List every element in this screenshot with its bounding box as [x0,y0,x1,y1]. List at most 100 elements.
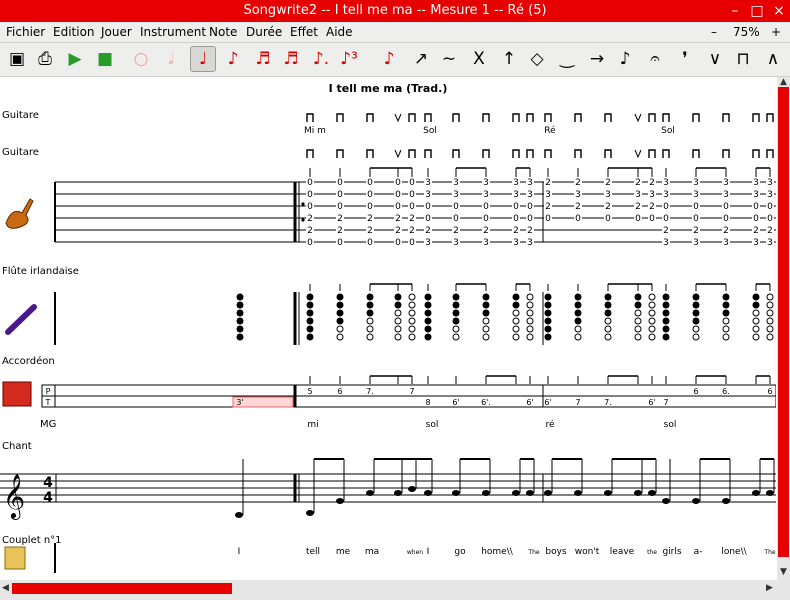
fret-number: 0 [753,202,759,212]
fret-number: 0 [635,214,641,224]
accent-icon[interactable]: ∧ [760,46,786,72]
up-bow-icon[interactable]: ⊓ [730,46,756,72]
legato-icon[interactable]: ‿ [554,46,580,72]
downstroke-mark [662,113,670,122]
breath-icon[interactable]: ❜ [672,46,698,72]
menu-edition[interactable]: Edition [53,25,95,39]
flute-hole [394,325,402,333]
bend-icon[interactable]: ∼ [436,46,462,72]
minimize-button[interactable]: – [726,2,744,20]
fret-number: 2 [307,226,313,236]
fret-number: 3 [483,190,489,200]
fret-number: 3 [663,178,669,188]
horizontal-scroll-thumb[interactable] [12,583,232,594]
flute-hole [236,309,244,317]
fret-number: 0 [663,214,669,224]
fermata-icon[interactable]: 𝄐 [642,46,668,72]
down-bow-icon[interactable]: ∨ [702,46,728,72]
preview-icon[interactable]: ⎙ [32,46,58,72]
half-note-icon[interactable]: 𝅗𝅥 [158,46,184,72]
note-head [604,490,612,496]
menu-fichier[interactable]: Fichier [6,25,45,39]
note-head [634,490,642,496]
eighth-note-icon[interactable]: ♪ [220,46,246,72]
quarter-note-icon[interactable]: ♩ [190,46,216,72]
flute-hole [634,301,642,309]
lyric-syllable: boys [545,547,567,557]
flute-hole [544,333,552,341]
scroll-up-arrow-icon[interactable]: ▲ [780,77,787,87]
chord-name-3: Sol [661,126,675,136]
downstroke-mark [306,149,314,158]
note-head [648,490,656,496]
zoom-in-button[interactable]: + [771,25,781,39]
menu-aide[interactable]: Aide [326,25,353,39]
note-head [306,510,314,516]
slide-icon[interactable]: ↗ [408,46,434,72]
scroll-left-arrow-icon[interactable]: ◀ [2,583,9,593]
flute-hole [424,317,432,325]
flute-hole [394,309,402,317]
vertical-scroll-thumb[interactable] [778,87,789,557]
accordion-button-num: 6' [526,398,533,407]
stop-icon[interactable]: ■ [92,46,118,72]
flute-hole [424,301,432,309]
triplet-note-icon[interactable]: ♪³ [336,46,362,72]
zoom-out-button[interactable]: – [711,25,717,39]
fret-number: 0 [693,214,699,224]
scroll-down-arrow-icon[interactable]: ▼ [780,567,787,577]
downstroke-mark [766,113,774,122]
vertical-scrollbar[interactable]: ▲ ▼ [777,77,790,580]
treble-clef-icon: 𝄞 [3,474,25,520]
lyric-syllable: I [427,547,430,557]
downstroke-mark [722,149,730,158]
menu-effet[interactable]: Effet [290,25,318,39]
play-icon[interactable]: ▶ [62,46,88,72]
flute-hole [452,333,460,341]
save-icon[interactable]: ▣ [4,46,30,72]
menu-instrument[interactable]: Instrument [140,25,206,39]
lyric-syllable: The [527,549,539,556]
flute-hole [306,317,314,325]
score-canvas[interactable]: I tell me ma (Trad.) Guitare Guitare Flû… [0,77,776,580]
accordion-icon [2,381,32,407]
downstroke-mark [452,149,460,158]
dead-note-icon[interactable]: X [466,46,492,72]
upstroke-mark [394,113,402,123]
menu-note[interactable]: Note [209,25,237,39]
menu-duree[interactable]: Durée [246,25,282,39]
fret-number: 3 [693,190,699,200]
flute-hole [526,317,534,325]
close-button[interactable]: × [770,2,788,20]
link-icon[interactable]: → [584,46,610,72]
horizontal-scrollbar[interactable]: ◀ ▶ [0,580,790,600]
flute-hole [722,293,730,301]
dotted-note-icon[interactable]: ♪. [308,46,334,72]
flute-hole [394,333,402,341]
fret-number: 0 [307,190,313,200]
fret-number: 0 [649,214,655,224]
flute-hole [512,325,520,333]
scroll-right-arrow-icon[interactable]: ▶ [766,583,773,593]
fret-number: 2 [575,202,581,212]
downstroke-mark [424,149,432,158]
fret-number: 0 [753,214,759,224]
lyric-syllable: home\\ [481,547,514,557]
lyric-syllable: lone\\ [721,547,747,557]
flute-hole [766,333,774,341]
menu-jouer[interactable]: Jouer [101,25,132,39]
thirtysecond-note-icon[interactable]: ♬ [278,46,304,72]
whole-note-icon[interactable]: ○ [128,46,154,72]
appoggiatura-icon[interactable]: ♪ [612,46,638,72]
up-stroke-icon[interactable]: ↑ [496,46,522,72]
maximize-button[interactable]: □ [748,2,766,20]
flute-hole [512,317,520,325]
lyric-syllable: when [407,549,423,556]
flute-hole [408,317,416,325]
upstroke-mark [634,113,642,123]
harmonic-icon[interactable]: ◇ [524,46,550,72]
sixteenth-note-icon[interactable]: ♬ [250,46,276,72]
downstroke-mark [604,113,612,122]
fret-number: 0 [425,214,431,224]
note-color-icon[interactable]: ♪ [376,46,402,72]
